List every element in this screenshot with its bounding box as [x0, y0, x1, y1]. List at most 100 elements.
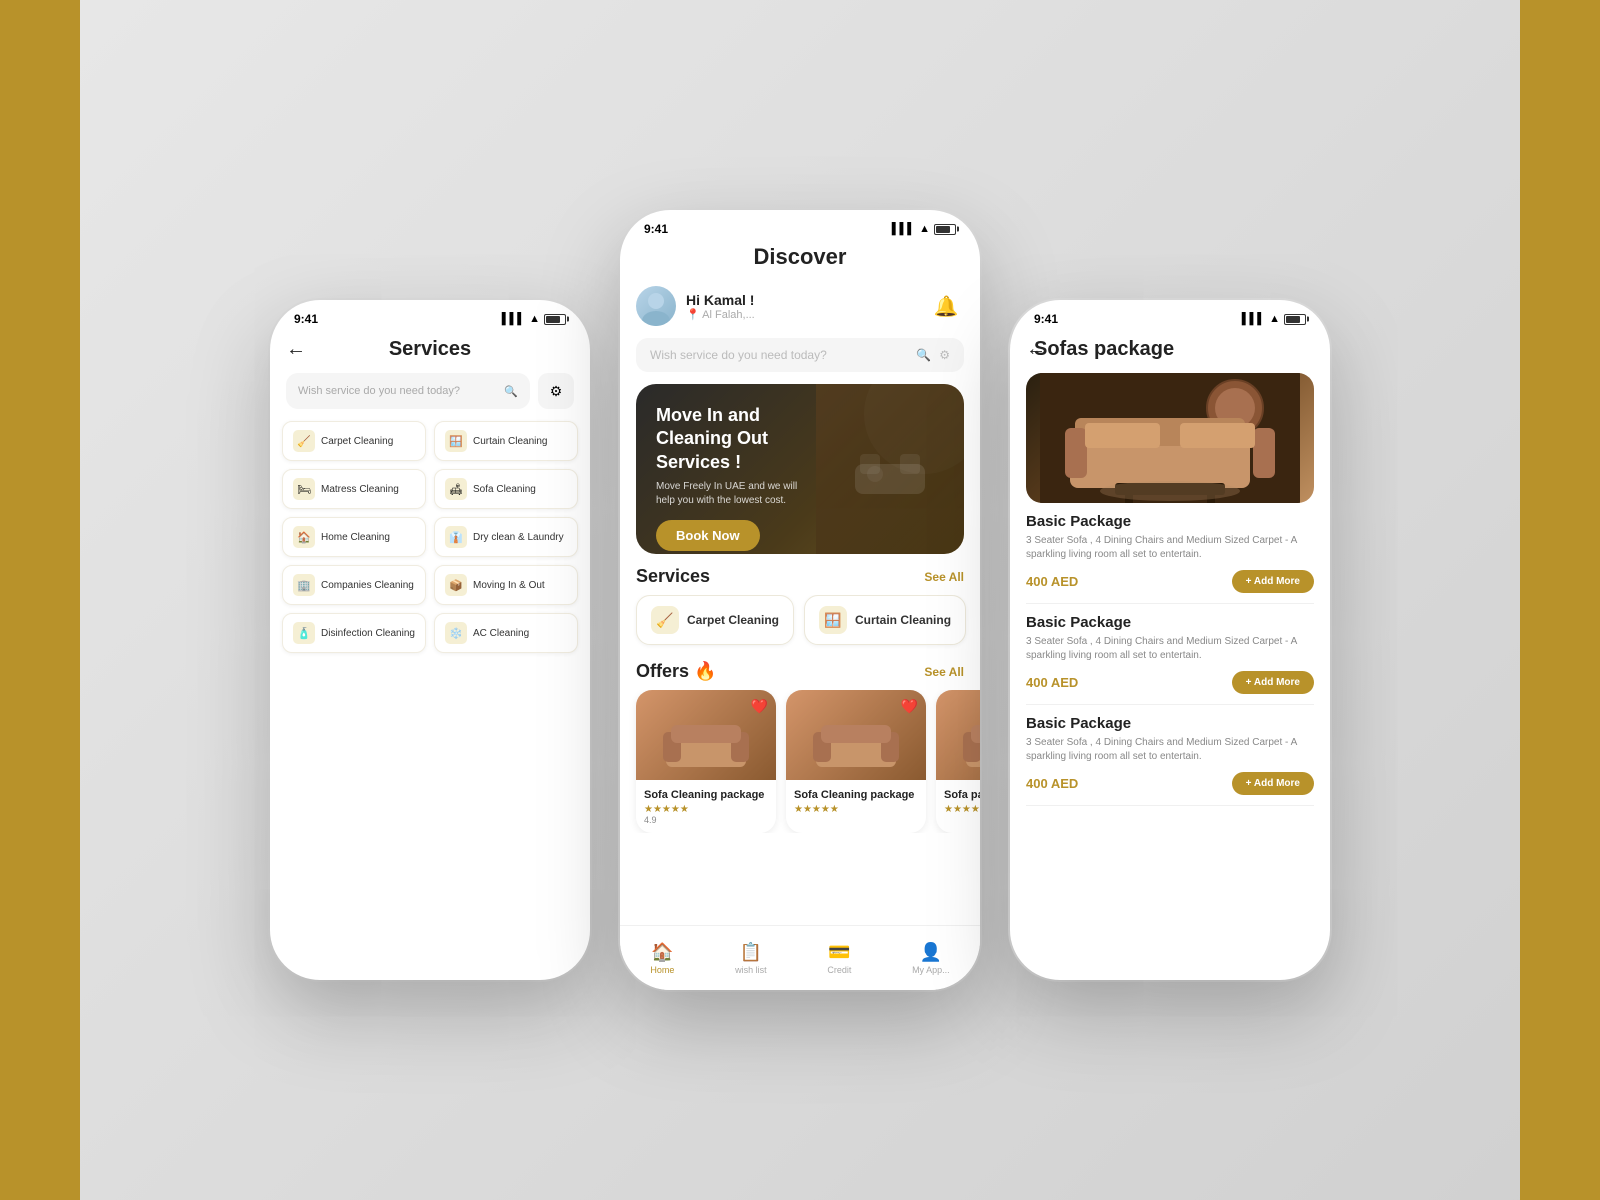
- hero-image: [816, 384, 964, 554]
- offer-name-2: Sofa Cleaning package: [794, 788, 918, 802]
- curtain-cleaning-label: Curtain Cleaning: [473, 436, 548, 447]
- services-grid: 🧹 Carpet Cleaning 🪟 Curtain Cleaning 🛏 M…: [270, 421, 590, 653]
- package-footer-1: 400 AED + Add More: [1026, 570, 1314, 593]
- package-card-1: Basic Package 3 Seater Sofa , 4 Dining C…: [1026, 513, 1314, 604]
- matress-cleaning-label: Matress Cleaning: [321, 484, 399, 495]
- package-desc-1: 3 Seater Sofa , 4 Dining Chairs and Medi…: [1026, 534, 1314, 562]
- book-now-button[interactable]: Book Now: [656, 520, 760, 551]
- time-center: 9:41: [644, 222, 668, 236]
- curtain-cleaning-icon: 🪟: [445, 430, 467, 452]
- nav-myapp[interactable]: 👤 My App...: [912, 942, 950, 975]
- sofa-cleaning-icon: 🛋: [445, 478, 467, 500]
- filter-icon-center: ⚙: [939, 348, 950, 362]
- hero-banner: Move In and Cleaning Out Services ! Move…: [636, 384, 964, 554]
- add-more-btn-2[interactable]: + Add More: [1232, 671, 1314, 694]
- service-chip-companies[interactable]: 🏢 Companies Cleaning: [282, 565, 426, 605]
- signal-icon-right: ▌▌▌: [1242, 313, 1265, 325]
- discover-screen: Discover Hi Kamal ! 📍 Al Fa: [620, 240, 980, 980]
- service-chip-moving[interactable]: 📦 Moving In & Out: [434, 565, 578, 605]
- home-nav-icon: 🏠: [651, 942, 673, 963]
- offer-card-3[interactable]: Sofa pack... ★★★★★: [936, 690, 980, 833]
- back-button-right[interactable]: ←: [1026, 338, 1046, 361]
- matress-cleaning-icon: 🛏: [293, 478, 315, 500]
- service-chip-disinfection[interactable]: 🧴 Disinfection Cleaning: [282, 613, 426, 653]
- curtain-pill-label: Curtain Cleaning: [855, 613, 951, 627]
- offer-stars-3: ★★★★★: [944, 804, 980, 815]
- search-placeholder-center: Wish service do you need today?: [650, 348, 827, 362]
- credit-nav-icon: 💳: [828, 942, 850, 963]
- sofas-hero-image: [1026, 373, 1314, 503]
- search-bar-left[interactable]: Wish service do you need today? 🔍: [286, 373, 530, 409]
- offer-card-1[interactable]: ❤️ Sofa Cleaning package ★★★★★ 4.9: [636, 690, 776, 833]
- add-more-btn-1[interactable]: + Add More: [1232, 570, 1314, 593]
- wishlist-nav-icon: 📋: [740, 942, 762, 963]
- heart-icon-2: ❤️: [901, 698, 918, 715]
- nav-home[interactable]: 🏠 Home: [650, 942, 674, 975]
- sofa-cleaning-label: Sofa Cleaning: [473, 484, 536, 495]
- service-chip-sofa[interactable]: 🛋 Sofa Cleaning: [434, 469, 578, 509]
- user-details: Hi Kamal ! 📍 Al Falah,...: [686, 292, 755, 321]
- disinfection-label: Disinfection Cleaning: [321, 628, 415, 639]
- service-chip-dry[interactable]: 👔 Dry clean & Laundry: [434, 517, 578, 557]
- carpet-pill-icon: 🧹: [651, 606, 679, 634]
- offer-name-1: Sofa Cleaning package: [644, 788, 768, 802]
- filter-button-left[interactable]: ⚙: [538, 373, 574, 409]
- service-pill-curtain[interactable]: 🪟 Curtain Cleaning: [804, 595, 966, 645]
- home-nav-label: Home: [650, 965, 674, 975]
- package-name-1: Basic Package: [1026, 513, 1314, 530]
- search-placeholder-left: Wish service do you need today?: [298, 385, 460, 397]
- sofas-header: ← Sofas package: [1010, 330, 1330, 373]
- services-page-title: Services: [389, 338, 471, 361]
- dry-clean-label: Dry clean & Laundry: [473, 532, 564, 543]
- package-desc-3: 3 Seater Sofa , 4 Dining Chairs and Medi…: [1026, 736, 1314, 764]
- service-chip-carpet[interactable]: 🧹 Carpet Cleaning: [282, 421, 426, 461]
- phones-container: 9:41 ▌▌▌ ▲ ← Services Wish service do yo…: [270, 210, 1330, 990]
- back-button-left[interactable]: ←: [286, 338, 306, 361]
- discover-title: Discover: [754, 244, 847, 269]
- discover-header: Discover: [620, 240, 980, 278]
- moving-icon: 📦: [445, 574, 467, 596]
- service-chip-matress[interactable]: 🛏 Matress Cleaning: [282, 469, 426, 509]
- nav-credit[interactable]: 💳 Credit: [827, 942, 851, 975]
- hero-title: Move In and Cleaning Out Services !: [656, 404, 814, 474]
- package-card-2: Basic Package 3 Seater Sofa , 4 Dining C…: [1026, 614, 1314, 705]
- service-chip-curtain[interactable]: 🪟 Curtain Cleaning: [434, 421, 578, 461]
- battery-icon-right: [1284, 314, 1306, 325]
- service-pill-carpet[interactable]: 🧹 Carpet Cleaning: [636, 595, 794, 645]
- service-chip-home[interactable]: 🏠 Home Cleaning: [282, 517, 426, 557]
- status-bar-left: 9:41 ▌▌▌ ▲: [270, 300, 590, 330]
- nav-wishlist[interactable]: 📋 wish list: [735, 942, 767, 975]
- add-more-btn-3[interactable]: + Add More: [1232, 772, 1314, 795]
- user-location: 📍 Al Falah,...: [686, 308, 755, 321]
- package-name-3: Basic Package: [1026, 715, 1314, 732]
- offers-see-all[interactable]: See All: [924, 665, 964, 679]
- status-icons-right: ▌▌▌ ▲: [1242, 313, 1306, 325]
- package-card-3: Basic Package 3 Seater Sofa , 4 Dining C…: [1026, 715, 1314, 806]
- phone-discover: 9:41 ▌▌▌ ▲ Discover: [620, 210, 980, 990]
- services-header: ← Services: [270, 330, 590, 373]
- package-price-3: 400 AED: [1026, 776, 1078, 791]
- location-pin-icon: 📍: [686, 309, 700, 321]
- services-section-title: Services: [636, 566, 710, 587]
- ac-cleaning-label: AC Cleaning: [473, 628, 529, 639]
- sofas-screen: ← Sofas package: [1010, 330, 1330, 970]
- credit-nav-label: Credit: [827, 965, 851, 975]
- offer-stars-2: ★★★★★: [794, 804, 918, 815]
- offers-section-header: Offers 🔥 See All: [620, 649, 980, 690]
- carpet-cleaning-label: Carpet Cleaning: [321, 436, 393, 447]
- moving-label: Moving In & Out: [473, 580, 545, 591]
- services-see-all[interactable]: See All: [924, 570, 964, 584]
- search-bar-center[interactable]: Wish service do you need today? 🔍 ⚙: [636, 338, 964, 372]
- search-icon-left: 🔍: [504, 385, 518, 398]
- wifi-icon: ▲: [529, 313, 540, 325]
- wishlist-nav-label: wish list: [735, 965, 767, 975]
- services-screen: ← Services Wish service do you need toda…: [270, 330, 590, 970]
- service-chip-ac[interactable]: ❄️ AC Cleaning: [434, 613, 578, 653]
- notification-bell[interactable]: 🔔: [928, 288, 964, 324]
- battery-icon-center: [934, 224, 956, 235]
- sofa-interior-image: [1026, 373, 1314, 503]
- battery-icon: [544, 314, 566, 325]
- time-right: 9:41: [1034, 312, 1058, 326]
- offer-card-2[interactable]: ❤️ Sofa Cleaning package ★★★★★: [786, 690, 926, 833]
- companies-cleaning-label: Companies Cleaning: [321, 580, 414, 591]
